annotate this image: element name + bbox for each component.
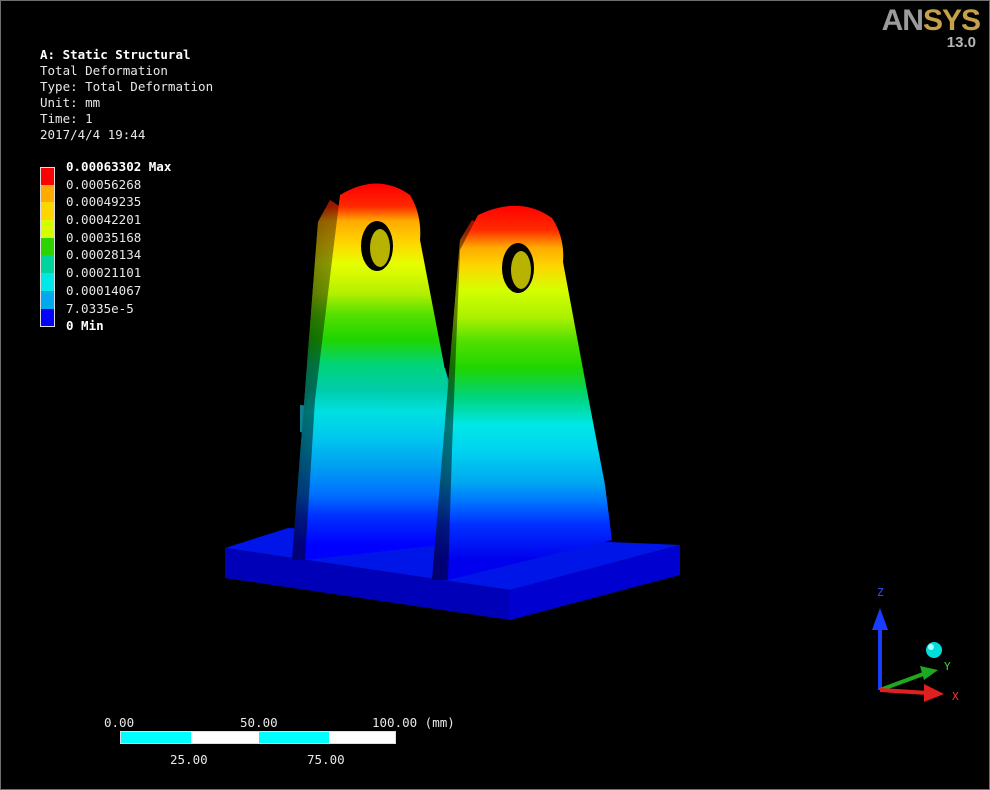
- y-axis-arrow: [920, 666, 938, 680]
- scale-tick-label: 50.00: [240, 715, 278, 730]
- isometric-view-ball[interactable]: [926, 642, 942, 658]
- coordinate-triad[interactable]: Z Y X: [840, 580, 970, 710]
- y-axis-label: Y: [944, 660, 951, 673]
- z-axis-label: Z: [877, 586, 884, 599]
- scale-tick-label: 75.00: [307, 752, 345, 767]
- scale-bar-graphic: [120, 731, 396, 744]
- scale-tick-label: 0.00: [104, 715, 135, 730]
- x-axis-label: X: [952, 690, 959, 703]
- scale-tick-label: 100.00 (mm): [372, 715, 455, 730]
- scale-bar: 0.00 50.00 100.00 (mm) 25.00 75.00: [100, 715, 500, 775]
- scale-tick-label: 25.00: [170, 752, 208, 767]
- x-axis-arrow: [924, 684, 944, 702]
- z-axis-arrow: [872, 608, 888, 630]
